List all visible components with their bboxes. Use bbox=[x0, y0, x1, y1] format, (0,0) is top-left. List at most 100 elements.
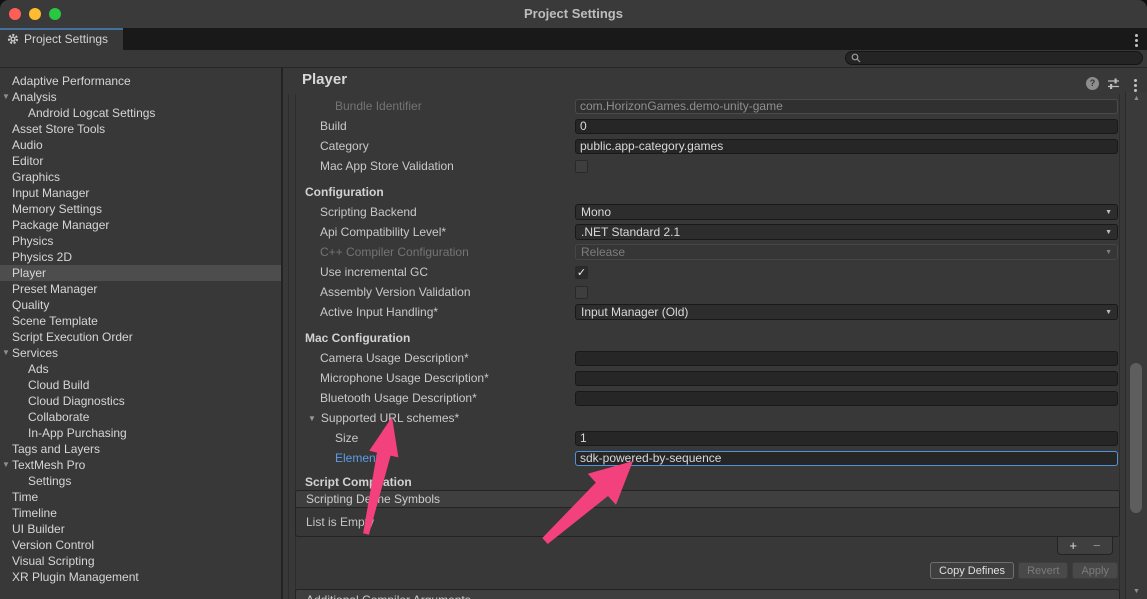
sidebar-item-in-app-purchasing[interactable]: In-App Purchasing bbox=[0, 425, 281, 441]
remove-item-button[interactable]: − bbox=[1093, 538, 1101, 554]
check-icon: ✓ bbox=[577, 266, 586, 279]
assembly-version-validation-checkbox[interactable] bbox=[575, 286, 588, 299]
field-label: Mac App Store Validation bbox=[285, 159, 575, 173]
build-input[interactable]: 0 bbox=[575, 119, 1118, 134]
copy-defines-button[interactable]: Copy Defines bbox=[930, 562, 1014, 579]
field-label: Size bbox=[285, 431, 575, 445]
sidebar-item-services[interactable]: ▼Services bbox=[0, 345, 281, 361]
section-header-configuration: Configuration bbox=[285, 182, 1118, 202]
sidebar-item-android-logcat-settings[interactable]: Android Logcat Settings bbox=[0, 105, 281, 121]
scrollbar-thumb[interactable] bbox=[1130, 363, 1142, 513]
sidebar-item-quality[interactable]: Quality bbox=[0, 297, 281, 313]
sidebar-item-textmesh-settings[interactable]: Settings bbox=[0, 473, 281, 489]
field-label: Supported URL schemes* bbox=[321, 411, 459, 425]
sidebar-item-package-manager[interactable]: Package Manager bbox=[0, 217, 281, 233]
field-row-assembly-version-validation: Assembly Version Validation bbox=[285, 282, 1118, 302]
tab-bar-menu-icon[interactable] bbox=[1132, 32, 1140, 49]
revert-button[interactable]: Revert bbox=[1018, 562, 1068, 579]
sidebar-item-scene-template[interactable]: Scene Template bbox=[0, 313, 281, 329]
settings-category-list: Adaptive Performance ▼Analysis Android L… bbox=[0, 68, 281, 599]
sidebar-item-visual-scripting[interactable]: Visual Scripting bbox=[0, 553, 281, 569]
sidebar-item-textmesh-pro[interactable]: ▼TextMesh Pro bbox=[0, 457, 281, 473]
field-label: Element 0 bbox=[285, 451, 575, 465]
field-row-active-input-handling: Active Input Handling* Input Manager (Ol… bbox=[285, 302, 1118, 322]
titlebar: Project Settings bbox=[0, 0, 1147, 28]
window-title: Project Settings bbox=[0, 0, 1147, 28]
tab-bar: Project Settings bbox=[0, 28, 1147, 50]
sidebar-item-timeline[interactable]: Timeline bbox=[0, 505, 281, 521]
sidebar-item-xr-plugin-management[interactable]: XR Plugin Management bbox=[0, 569, 281, 585]
field-row-bundle-identifier: Bundle Identifier com.HorizonGames.demo-… bbox=[285, 96, 1118, 116]
mac-app-store-validation-checkbox[interactable] bbox=[575, 160, 588, 173]
field-label: Scripting Backend bbox=[285, 205, 575, 219]
field-row-api-compatibility: Api Compatibility Level* .NET Standard 2… bbox=[285, 222, 1118, 242]
sidebar-item-asset-store-tools[interactable]: Asset Store Tools bbox=[0, 121, 281, 137]
scripting-backend-dropdown[interactable]: Mono▼ bbox=[575, 204, 1118, 220]
field-row-camera-usage: Camera Usage Description* bbox=[285, 348, 1118, 368]
sidebar-item-script-execution-order[interactable]: Script Execution Order bbox=[0, 329, 281, 345]
sidebar-item-tags-and-layers[interactable]: Tags and Layers bbox=[0, 441, 281, 457]
sidebar-item-editor[interactable]: Editor bbox=[0, 153, 281, 169]
sidebar-item-adaptive-performance[interactable]: Adaptive Performance bbox=[0, 73, 281, 89]
tab-project-settings[interactable]: Project Settings bbox=[0, 28, 123, 50]
sidebar-item-player[interactable]: Player bbox=[0, 265, 281, 281]
sidebar-item-audio[interactable]: Audio bbox=[0, 137, 281, 153]
sidebar-item-ui-builder[interactable]: UI Builder bbox=[0, 521, 281, 537]
sidebar-item-cloud-diagnostics[interactable]: Cloud Diagnostics bbox=[0, 393, 281, 409]
sidebar-item-physics[interactable]: Physics bbox=[0, 233, 281, 249]
field-label: Assembly Version Validation bbox=[285, 285, 575, 299]
sidebar-item-input-manager[interactable]: Input Manager bbox=[0, 185, 281, 201]
scroll-down-icon[interactable]: ▼ bbox=[1126, 588, 1147, 595]
search-icon bbox=[851, 53, 861, 63]
sidebar-item-analysis[interactable]: ▼Analysis bbox=[0, 89, 281, 105]
cpp-compiler-dropdown: Release▼ bbox=[575, 244, 1118, 260]
field-row-use-incremental-gc: Use incremental GC ✓ bbox=[285, 262, 1118, 282]
sidebar-item-cloud-build[interactable]: Cloud Build bbox=[0, 377, 281, 393]
field-row-scripting-backend: Scripting Backend Mono▼ bbox=[285, 202, 1118, 222]
presets-icon[interactable] bbox=[1107, 77, 1120, 90]
tab-active-indicator bbox=[0, 28, 123, 30]
gear-icon bbox=[7, 33, 19, 45]
sidebar-item-time[interactable]: Time bbox=[0, 489, 281, 505]
help-icon[interactable]: ? bbox=[1086, 77, 1099, 90]
foldout-triangle-icon[interactable]: ▼ bbox=[2, 89, 10, 105]
foldout-triangle-icon[interactable]: ▼ bbox=[308, 414, 316, 423]
field-label: Bundle Identifier bbox=[285, 99, 575, 113]
field-row-bluetooth-usage: Bluetooth Usage Description* bbox=[285, 388, 1118, 408]
foldout-triangle-icon[interactable]: ▼ bbox=[2, 345, 10, 361]
field-row-cpp-compiler-configuration: C++ Compiler Configuration Release▼ bbox=[285, 242, 1118, 262]
field-label: Camera Usage Description* bbox=[285, 351, 575, 365]
search-box[interactable] bbox=[845, 51, 1143, 65]
sidebar-item-collaborate[interactable]: Collaborate bbox=[0, 409, 281, 425]
chevron-down-icon: ▼ bbox=[1105, 229, 1112, 236]
bluetooth-usage-input[interactable] bbox=[575, 391, 1118, 406]
microphone-usage-input[interactable] bbox=[575, 371, 1118, 386]
sidebar-item-ads[interactable]: Ads bbox=[0, 361, 281, 377]
sidebar-item-preset-manager[interactable]: Preset Manager bbox=[0, 281, 281, 297]
page-title: Player bbox=[302, 71, 347, 88]
sidebar-item-graphics[interactable]: Graphics bbox=[0, 169, 281, 185]
use-incremental-gc-checkbox[interactable]: ✓ bbox=[575, 266, 588, 279]
active-input-handling-dropdown[interactable]: Input Manager (Old)▼ bbox=[575, 304, 1118, 320]
api-compatibility-dropdown[interactable]: .NET Standard 2.1▼ bbox=[575, 224, 1118, 240]
sidebar-item-memory-settings[interactable]: Memory Settings bbox=[0, 201, 281, 217]
project-settings-window: Project Settings Project Settings Adapti… bbox=[0, 0, 1147, 599]
sidebar-item-version-control[interactable]: Version Control bbox=[0, 537, 281, 553]
add-item-button[interactable]: + bbox=[1069, 538, 1077, 554]
sidebar-item-physics-2d[interactable]: Physics 2D bbox=[0, 249, 281, 265]
category-input[interactable]: public.app-category.games bbox=[575, 139, 1118, 154]
apply-button[interactable]: Apply bbox=[1072, 562, 1118, 579]
player-settings-form: Bundle Identifier com.HorizonGames.demo-… bbox=[285, 96, 1118, 599]
field-label: Category bbox=[285, 139, 575, 153]
url-schemes-size-input[interactable]: 1 bbox=[575, 431, 1118, 446]
foldout-triangle-icon[interactable]: ▼ bbox=[2, 457, 10, 473]
vertical-scrollbar: ▲ ▼ bbox=[1125, 92, 1147, 599]
url-scheme-element-0-input[interactable]: sdk-powered-by-sequence bbox=[575, 451, 1118, 466]
chevron-down-icon: ▼ bbox=[1105, 309, 1112, 316]
section-header-script-compilation: Script Compilation bbox=[285, 474, 1118, 490]
list-header: Scripting Define Symbols bbox=[296, 491, 1119, 508]
field-label: Use incremental GC bbox=[285, 265, 575, 279]
search-input[interactable] bbox=[864, 52, 1142, 64]
camera-usage-input[interactable] bbox=[575, 351, 1118, 366]
scroll-up-icon[interactable]: ▲ bbox=[1126, 95, 1147, 102]
